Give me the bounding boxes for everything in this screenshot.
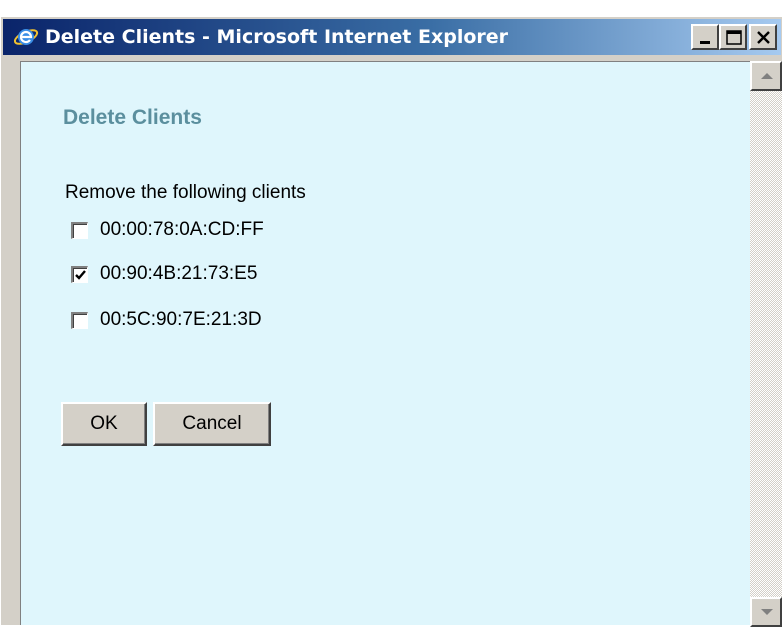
client-checkbox[interactable] [71, 221, 88, 239]
close-button[interactable] [749, 24, 777, 50]
page-heading: Delete Clients [63, 106, 202, 129]
minimize-button[interactable] [691, 24, 719, 50]
minimize-icon [700, 41, 710, 44]
client-row[interactable]: 00:90:4B:21:73:E5 [71, 262, 257, 286]
arrow-up-icon [761, 73, 773, 79]
window-controls [691, 24, 777, 50]
client-checkbox[interactable] [71, 265, 88, 283]
window-title: Delete Clients - Microsoft Internet Expl… [45, 26, 509, 48]
maximize-button[interactable] [719, 24, 747, 50]
vertical-scrollbar[interactable] [750, 61, 782, 627]
scroll-down-button[interactable] [750, 597, 782, 627]
client-row[interactable]: 00:00:78:0A:CD:FF [71, 218, 264, 242]
checkmark-icon [75, 269, 86, 280]
maximize-icon [726, 30, 742, 45]
title-bar[interactable]: Delete Clients - Microsoft Internet Expl… [3, 19, 781, 55]
ok-button[interactable]: OK [61, 402, 147, 446]
cancel-button[interactable]: Cancel [153, 402, 271, 446]
page-content: Delete Clients Remove the following clie… [20, 61, 750, 625]
client-checkbox[interactable] [71, 311, 88, 329]
client-row[interactable]: 00:5C:90:7E:21:3D [71, 308, 262, 332]
client-mac-label: 00:5C:90:7E:21:3D [100, 309, 262, 330]
client-mac-label: 00:00:78:0A:CD:FF [100, 219, 264, 240]
scroll-up-button[interactable] [750, 61, 782, 91]
close-icon [757, 31, 770, 44]
instruction-text: Remove the following clients [65, 182, 306, 203]
arrow-down-icon [761, 609, 773, 615]
client-mac-label: 00:90:4B:21:73:E5 [100, 263, 258, 284]
internet-explorer-icon [13, 25, 39, 49]
